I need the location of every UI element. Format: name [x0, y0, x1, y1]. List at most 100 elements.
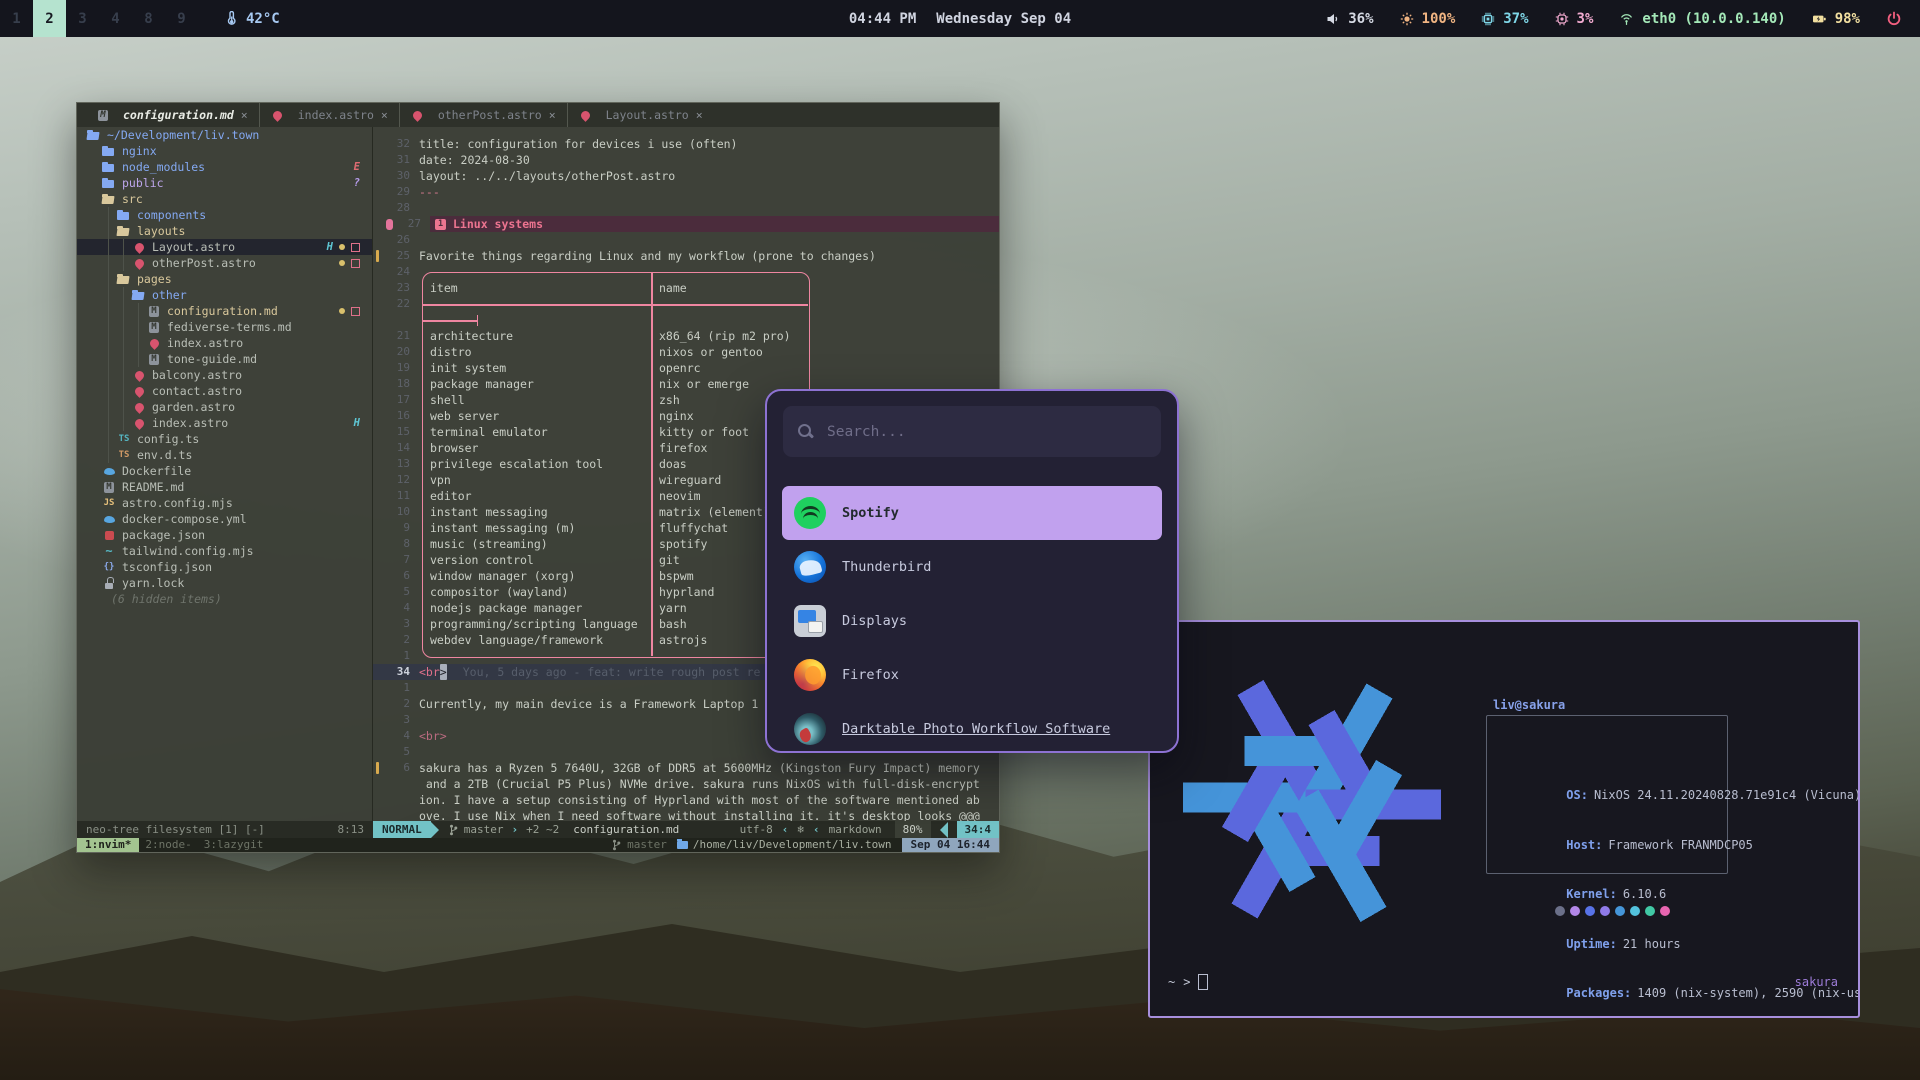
tree-item[interactable]: node_modules E — [77, 159, 372, 175]
table-header-rule — [422, 304, 808, 306]
gpu-module[interactable]: 3% — [1555, 11, 1594, 27]
tree-item[interactable]: src — [77, 191, 372, 207]
cpu-module[interactable]: 37% — [1481, 11, 1528, 27]
workspace-button[interactable]: 2 — [33, 0, 66, 37]
workspace-button[interactable]: 8 — [132, 0, 165, 37]
tree-item[interactable]: index.astro — [77, 335, 372, 351]
fetch-info-line: OS:NixOS 24.11.20240828.71e91c4 (Vicuna)… — [1494, 771, 1860, 821]
launcher-item[interactable]: Displays — [782, 594, 1162, 648]
table-cell-item: nodejs package manager — [430, 600, 651, 616]
table-row: 24 — [373, 264, 999, 280]
tree-item[interactable]: tone-guide.md — [77, 351, 372, 367]
tree-item[interactable]: package.json — [77, 527, 372, 543]
tree-item[interactable]: contact.astro — [77, 383, 372, 399]
tree-item[interactable]: layouts — [77, 223, 372, 239]
tmux-session-tab[interactable]: 2:node- — [139, 838, 197, 852]
tree-item-label: env.d.ts — [137, 447, 192, 463]
battery-module[interactable]: 98% — [1812, 11, 1860, 27]
os-icon: ❄ — [797, 822, 804, 838]
tree-item[interactable]: yarn.lock — [77, 575, 372, 591]
app-icon — [794, 713, 826, 745]
close-icon[interactable]: × — [696, 107, 703, 123]
tree-item[interactable]: tailwind.config.mjs — [77, 543, 372, 559]
tree-item[interactable]: Layout.astro H — [77, 239, 372, 255]
tmux-session-tab[interactable]: 3:lazygit — [198, 838, 270, 852]
tree-item-icon — [117, 208, 131, 222]
tmux-session-tab[interactable]: 1:nvim* — [77, 838, 139, 852]
launcher-search[interactable] — [783, 406, 1161, 457]
filetype: markdown — [829, 822, 882, 838]
tree-item-label: package.json — [122, 527, 205, 543]
tree-item[interactable]: env.d.ts — [77, 447, 372, 463]
network-module[interactable]: eth0 (10.0.0.140) — [1619, 11, 1785, 27]
tree-item[interactable]: astro.config.mjs — [77, 495, 372, 511]
tree-item[interactable]: tsconfig.json — [77, 559, 372, 575]
tree-item-icon — [117, 224, 131, 238]
temperature-value: 42°C — [246, 11, 280, 27]
tree-item[interactable]: otherPost.astro — [77, 255, 372, 271]
tree-item-icon — [102, 560, 116, 574]
volume-value: 36% — [1348, 11, 1373, 27]
h1-icon: 1 — [435, 219, 446, 230]
tmux-bar: 1:nvim*2:node-3:lazygit master /home/liv… — [77, 838, 999, 852]
battery-icon — [1812, 12, 1827, 26]
tree-item-label: public — [122, 175, 164, 191]
close-icon[interactable]: × — [241, 107, 248, 123]
workspace-button[interactable]: 9 — [165, 0, 198, 37]
table-cell-name: nix or emerge — [659, 376, 749, 392]
volume-module[interactable]: 36% — [1326, 11, 1373, 27]
table-cell-name: fluffychat — [659, 520, 728, 536]
buffer-tab[interactable]: configuration.md × — [85, 103, 259, 127]
brightness-module[interactable]: 100% — [1400, 11, 1456, 27]
table-cell-item: instant messaging (m) — [430, 520, 651, 536]
shell-prompt[interactable]: ~ > — [1168, 974, 1208, 991]
workspace-button[interactable]: 4 — [99, 0, 132, 37]
tree-item-icon — [102, 544, 116, 558]
workspace-button[interactable]: 3 — [66, 0, 99, 37]
workspace-button[interactable]: 1 — [0, 0, 33, 37]
table-cell-name: openrc — [659, 360, 701, 376]
tree-item[interactable]: other — [77, 287, 372, 303]
close-icon[interactable]: × — [549, 107, 556, 123]
cursor-block: > — [440, 664, 447, 680]
tree-item-icon — [102, 592, 105, 606]
buffer-tab[interactable]: index.astro × — [259, 103, 399, 127]
tree-item[interactable]: Dockerfile — [77, 463, 372, 479]
buffer-tab[interactable]: Layout.astro × — [567, 103, 714, 127]
color-dot — [1645, 906, 1655, 916]
desktop: 123489 42°C 04:44 PM Wednesday Sep 04 36… — [0, 0, 1920, 1080]
tree-item[interactable]: configuration.md — [77, 303, 372, 319]
table-cell-item: init system — [430, 360, 651, 376]
tree-item[interactable]: docker-compose.yml — [77, 511, 372, 527]
tree-item[interactable]: (6 hidden items) — [77, 591, 372, 607]
tree-item[interactable]: index.astro H — [77, 415, 372, 431]
launcher-item[interactable]: Darktable Photo Workflow Software — [782, 702, 1162, 753]
tree-item[interactable]: garden.astro — [77, 399, 372, 415]
search-input[interactable] — [825, 423, 1146, 441]
statusline-right: utf-8 ‹ ❄ ‹ markdown 80% 34:4 — [740, 821, 999, 838]
tree-item[interactable]: pages — [77, 271, 372, 287]
tree-item[interactable]: ~/Development/liv.town — [77, 127, 372, 143]
tree-item[interactable]: nginx — [77, 143, 372, 159]
close-icon[interactable]: × — [381, 107, 388, 123]
tree-item[interactable]: README.md — [77, 479, 372, 495]
tree-item[interactable]: components — [77, 207, 372, 223]
tree-item-icon — [102, 176, 116, 190]
tree-item-label: fediverse-terms.md — [167, 319, 292, 335]
temperature-module[interactable]: 42°C — [224, 11, 280, 27]
launcher-item[interactable]: Firefox — [782, 648, 1162, 702]
app-icon — [794, 551, 826, 583]
tree-item-icon — [147, 304, 161, 318]
buffer-tab[interactable]: otherPost.astro × — [399, 103, 567, 127]
tree-item[interactable]: fediverse-terms.md — [77, 319, 372, 335]
table-cell-name: wireguard — [659, 472, 721, 488]
launcher-item[interactable]: Spotify — [782, 486, 1162, 540]
brightness-icon — [1400, 12, 1414, 26]
tree-item[interactable]: public ? — [77, 175, 372, 191]
launcher-results: Spotify Thunderbird Displays Firefox Dar… — [767, 486, 1177, 753]
tree-item[interactable]: balcony.astro — [77, 367, 372, 383]
tree-item[interactable]: config.ts — [77, 431, 372, 447]
power-button[interactable] — [1886, 11, 1902, 27]
tree-item-label: components — [137, 207, 206, 223]
launcher-item[interactable]: Thunderbird — [782, 540, 1162, 594]
